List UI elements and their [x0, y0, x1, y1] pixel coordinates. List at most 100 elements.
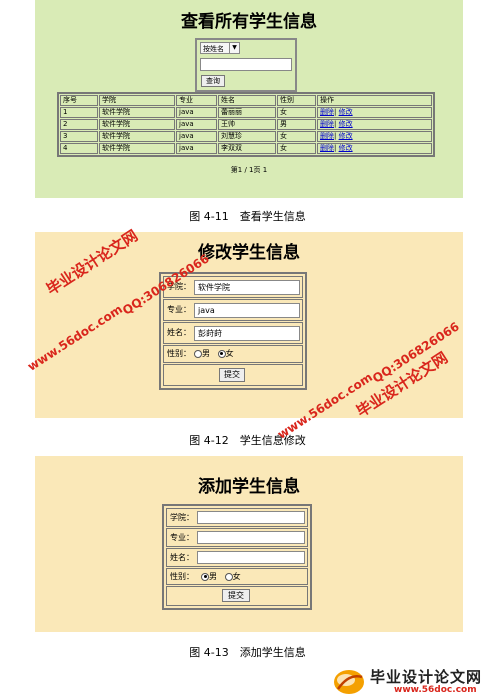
- column-header: 操作: [317, 95, 432, 106]
- separator: |: [334, 108, 337, 116]
- submit-row: 提交: [166, 586, 308, 606]
- page-title: 查看所有学生信息: [181, 12, 317, 32]
- table-row: 3 软件学院 java 刘慧珍 女 删除| 修改: [60, 131, 432, 142]
- column-header: 学院: [99, 95, 175, 106]
- separator: |: [334, 132, 337, 140]
- edit-form: 学院： 软件学院 专业： java 姓名： 彭莳莳 性别： 男 女 提交: [159, 272, 307, 390]
- chevron-down-icon: ▼: [229, 43, 239, 53]
- page-title: 添加学生信息: [198, 477, 300, 497]
- separator: |: [334, 120, 337, 128]
- gender-male-label: 男: [202, 349, 210, 358]
- table-cell: 3: [60, 131, 98, 142]
- gender-female-label: 女: [232, 572, 241, 581]
- action-cell: 删除| 修改: [317, 107, 432, 118]
- table-cell: 1: [60, 107, 98, 118]
- separator: |: [334, 144, 337, 152]
- table-cell: 软件学院: [99, 119, 175, 130]
- college-row: 学院：: [166, 508, 308, 527]
- gender-female-radio[interactable]: [217, 349, 226, 358]
- figure-caption: 图 4-11 查看学生信息: [189, 210, 306, 223]
- table-cell: 软件学院: [99, 131, 175, 142]
- name-label: 姓名：: [170, 553, 194, 562]
- pagination[interactable]: 第1 / 1页 1: [35, 165, 463, 175]
- table-cell: 软件学院: [99, 143, 175, 154]
- student-list-panel: 查看所有学生信息 按姓名 ▼ 查询 序号 学院 专业 姓名 性别 操作 1 软件…: [35, 0, 463, 198]
- gender-female-label: 女: [225, 349, 234, 358]
- delete-link[interactable]: 删除: [320, 144, 334, 152]
- search-field-select[interactable]: 按姓名 ▼: [200, 42, 240, 54]
- logo-emblem-icon: [334, 670, 364, 694]
- logo-url: www.56doc.com: [394, 685, 477, 695]
- table-cell: 刘慧珍: [218, 131, 276, 142]
- gender-row: 性别： 男 女: [163, 345, 303, 363]
- edit-link[interactable]: 修改: [339, 144, 353, 152]
- add-student-panel: 添加学生信息 学院： 专业： 姓名： 性别： 男 女 提交: [35, 456, 463, 632]
- table-cell: java: [176, 119, 217, 130]
- college-input[interactable]: 软件学院: [194, 280, 300, 295]
- gender-row: 性别： 男 女: [166, 568, 308, 585]
- search-field-select-value: 按姓名: [203, 45, 224, 53]
- edit-link[interactable]: 修改: [339, 108, 353, 116]
- search-box: 按姓名 ▼ 查询: [195, 38, 297, 92]
- major-label: 专业：: [167, 305, 191, 314]
- submit-button[interactable]: 提交: [222, 589, 250, 602]
- table-cell: 蕾丽丽: [218, 107, 276, 118]
- add-form: 学院： 专业： 姓名： 性别： 男 女 提交: [162, 504, 312, 610]
- column-header: 姓名: [218, 95, 276, 106]
- figure-caption: 图 4-12 学生信息修改: [189, 434, 306, 447]
- college-label: 学院：: [170, 513, 194, 522]
- major-input[interactable]: [197, 531, 305, 544]
- action-cell: 删除| 修改: [317, 143, 432, 154]
- delete-link[interactable]: 删除: [320, 108, 334, 116]
- table-cell: 女: [277, 131, 316, 142]
- search-button[interactable]: 查询: [201, 75, 225, 87]
- table-row: 1 软件学院 java 蕾丽丽 女 删除| 修改: [60, 107, 432, 118]
- column-header: 性别: [277, 95, 316, 106]
- delete-link[interactable]: 删除: [320, 120, 334, 128]
- logo-name: 毕业设计论文网: [370, 668, 483, 686]
- column-header: 专业: [176, 95, 217, 106]
- gender-male-radio[interactable]: [201, 572, 209, 581]
- name-input[interactable]: [197, 551, 305, 564]
- table-cell: 女: [277, 107, 316, 118]
- table-cell: 王帅: [218, 119, 276, 130]
- table-header-row: 序号 学院 专业 姓名 性别 操作: [60, 95, 432, 106]
- gender-radio-group: 男 女: [201, 569, 241, 584]
- name-row: 姓名： 彭莳莳: [163, 322, 303, 344]
- table-cell: 男: [277, 119, 316, 130]
- table-cell: 李双双: [218, 143, 276, 154]
- name-row: 姓名：: [166, 548, 308, 567]
- gender-male-label: 男: [209, 572, 217, 581]
- major-input[interactable]: java: [194, 303, 300, 318]
- table-cell: java: [176, 131, 217, 142]
- site-logo: 毕业设计论文网 www.56doc.com: [330, 664, 495, 700]
- college-input[interactable]: [197, 511, 305, 524]
- action-cell: 删除| 修改: [317, 119, 432, 130]
- gender-male-radio[interactable]: [194, 349, 202, 358]
- gender-radio-group: 男 女: [194, 346, 234, 362]
- submit-button[interactable]: 提交: [219, 368, 245, 382]
- submit-row: 提交: [163, 364, 303, 386]
- major-row: 专业： java: [163, 299, 303, 321]
- table-row: 4 软件学院 java 李双双 女 删除| 修改: [60, 143, 432, 154]
- major-row: 专业：: [166, 528, 308, 547]
- edit-link[interactable]: 修改: [339, 120, 353, 128]
- table-cell: 2: [60, 119, 98, 130]
- table-cell: 软件学院: [99, 107, 175, 118]
- table-cell: 4: [60, 143, 98, 154]
- search-input[interactable]: [200, 58, 292, 71]
- action-cell: 删除| 修改: [317, 131, 432, 142]
- column-header: 序号: [60, 95, 98, 106]
- name-label: 姓名：: [167, 328, 191, 337]
- gender-female-radio[interactable]: [224, 572, 233, 581]
- table-cell: java: [176, 107, 217, 118]
- table-row: 2 软件学院 java 王帅 男 删除| 修改: [60, 119, 432, 130]
- figure-caption: 图 4-13 添加学生信息: [189, 646, 306, 659]
- gender-label: 性别：: [167, 349, 191, 358]
- name-input[interactable]: 彭莳莳: [194, 326, 300, 341]
- table-cell: java: [176, 143, 217, 154]
- delete-link[interactable]: 删除: [320, 132, 334, 140]
- student-table: 序号 学院 专业 姓名 性别 操作 1 软件学院 java 蕾丽丽 女 删除| …: [57, 92, 435, 157]
- gender-label: 性别：: [170, 572, 194, 581]
- edit-link[interactable]: 修改: [339, 132, 353, 140]
